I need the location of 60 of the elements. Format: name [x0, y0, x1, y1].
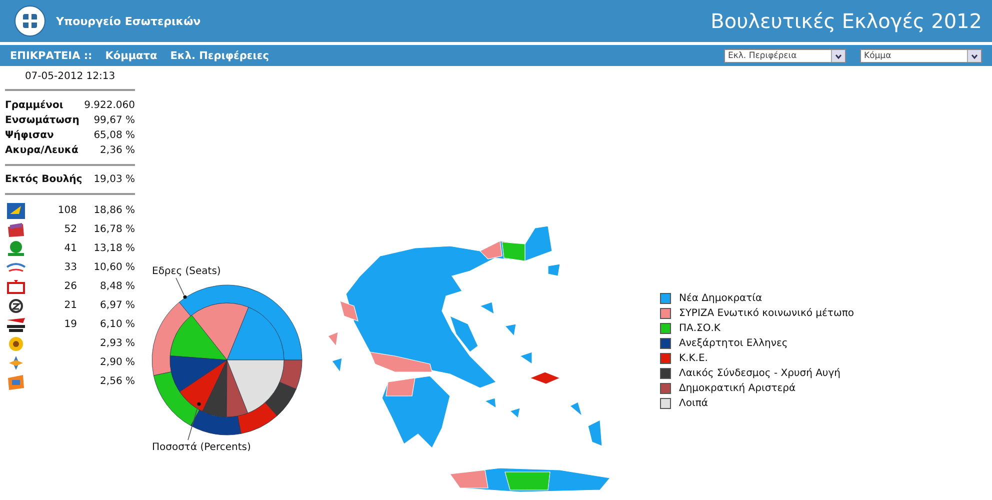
party-logo-icon: [5, 240, 27, 258]
vote-percent: 6,10 %: [99, 319, 135, 330]
percents-label: Ποσοστά (Percents): [152, 442, 251, 451]
ministry-name: Υπουργείο Εσωτερικών: [56, 14, 201, 28]
timestamp: 07-05-2012 12:13: [5, 71, 135, 91]
vote-percent: 18,86 %: [92, 205, 135, 216]
caret-icon[interactable]: [831, 50, 845, 62]
seats-label: Εδρες (Seats): [152, 266, 221, 277]
seat-count: 52: [63, 224, 77, 235]
dropdown-select[interactable]: Κόμμα: [860, 48, 982, 62]
vote-percent: 2,90 %: [99, 357, 135, 368]
leader-dot-icon: [183, 295, 187, 299]
stat-value: 99,67 %: [94, 114, 135, 128]
nav-link[interactable]: Εκλ. Περιφέρειες: [170, 50, 269, 62]
party-logo-icon: [5, 202, 27, 220]
page-title: Βουλευτικές Εκλογές 2012: [710, 9, 982, 33]
party-logo-icon: [5, 220, 27, 238]
leader-line: [176, 278, 184, 296]
seat-count: 33: [63, 262, 77, 273]
stat-label: Γραμμένοι: [5, 99, 64, 113]
seat-count: 19: [63, 319, 77, 330]
legend-label: Ανεξάρτητοι Ελληνες: [679, 338, 788, 349]
stat-label: Ακυρα/Λευκά: [5, 144, 78, 158]
dropdown-select[interactable]: Εκλ. Περιφέρεια: [724, 48, 846, 62]
nav-link[interactable]: Κόμματα: [105, 50, 158, 62]
seats-slice: [237, 402, 278, 434]
nav-link[interactable]: ΕΠΙΚΡΑΤΕΙΑ ::: [10, 50, 92, 62]
seat-count: 108: [56, 205, 77, 216]
stat-label: Ενσωμάτωση: [5, 114, 80, 128]
stat-label: Ψήφισαν: [5, 129, 54, 143]
seat-count: 21: [63, 300, 77, 311]
legend-label: Λοιπά: [679, 398, 708, 409]
seats-slice: [264, 382, 296, 416]
stat-value: 2,36 %: [100, 144, 135, 158]
stat-value: 65,08 %: [94, 129, 135, 143]
vote-percent: 2,56 %: [99, 376, 135, 387]
vote-percent: 8,48 %: [99, 281, 135, 292]
vote-percent: 13,18 %: [92, 243, 135, 254]
leader-dot-icon: [197, 402, 201, 406]
legend-label: Δημοκρατική Αριστερά: [679, 383, 796, 394]
seat-count: 26: [63, 281, 77, 292]
seat-count: 41: [63, 243, 77, 254]
vote-percent: 2,93 %: [99, 338, 135, 349]
party-logo-icon: [5, 316, 27, 334]
legend-label: Λαικός Σύνδεσμος - Χρυσή Αυγή: [679, 368, 840, 379]
crest-logo-icon: [14, 5, 46, 37]
legend-label: ΣΥΡΙΖΑ Ενωτικό κοινωνικό μέτωπο: [679, 308, 854, 319]
legend-label: ΠΑ.ΣΟ.Κ: [679, 323, 720, 334]
party-logo-icon: [5, 372, 27, 390]
leader-line: [188, 406, 198, 440]
legend-label: Νέα Δημοκρατία: [679, 293, 762, 304]
vote-percent: 6,97 %: [99, 300, 135, 311]
stat-value: 19,03 %: [94, 173, 135, 187]
vote-percent: 10,60 %: [92, 262, 135, 273]
stat-label: Εκτός Βουλής: [5, 173, 82, 187]
legend-label: Κ.Κ.Ε.: [679, 353, 708, 364]
party-logo-icon: [5, 278, 27, 296]
caret-icon[interactable]: [967, 50, 981, 62]
vote-percent: 16,78 %: [92, 224, 135, 235]
stat-value: 9.922.060: [84, 99, 135, 113]
